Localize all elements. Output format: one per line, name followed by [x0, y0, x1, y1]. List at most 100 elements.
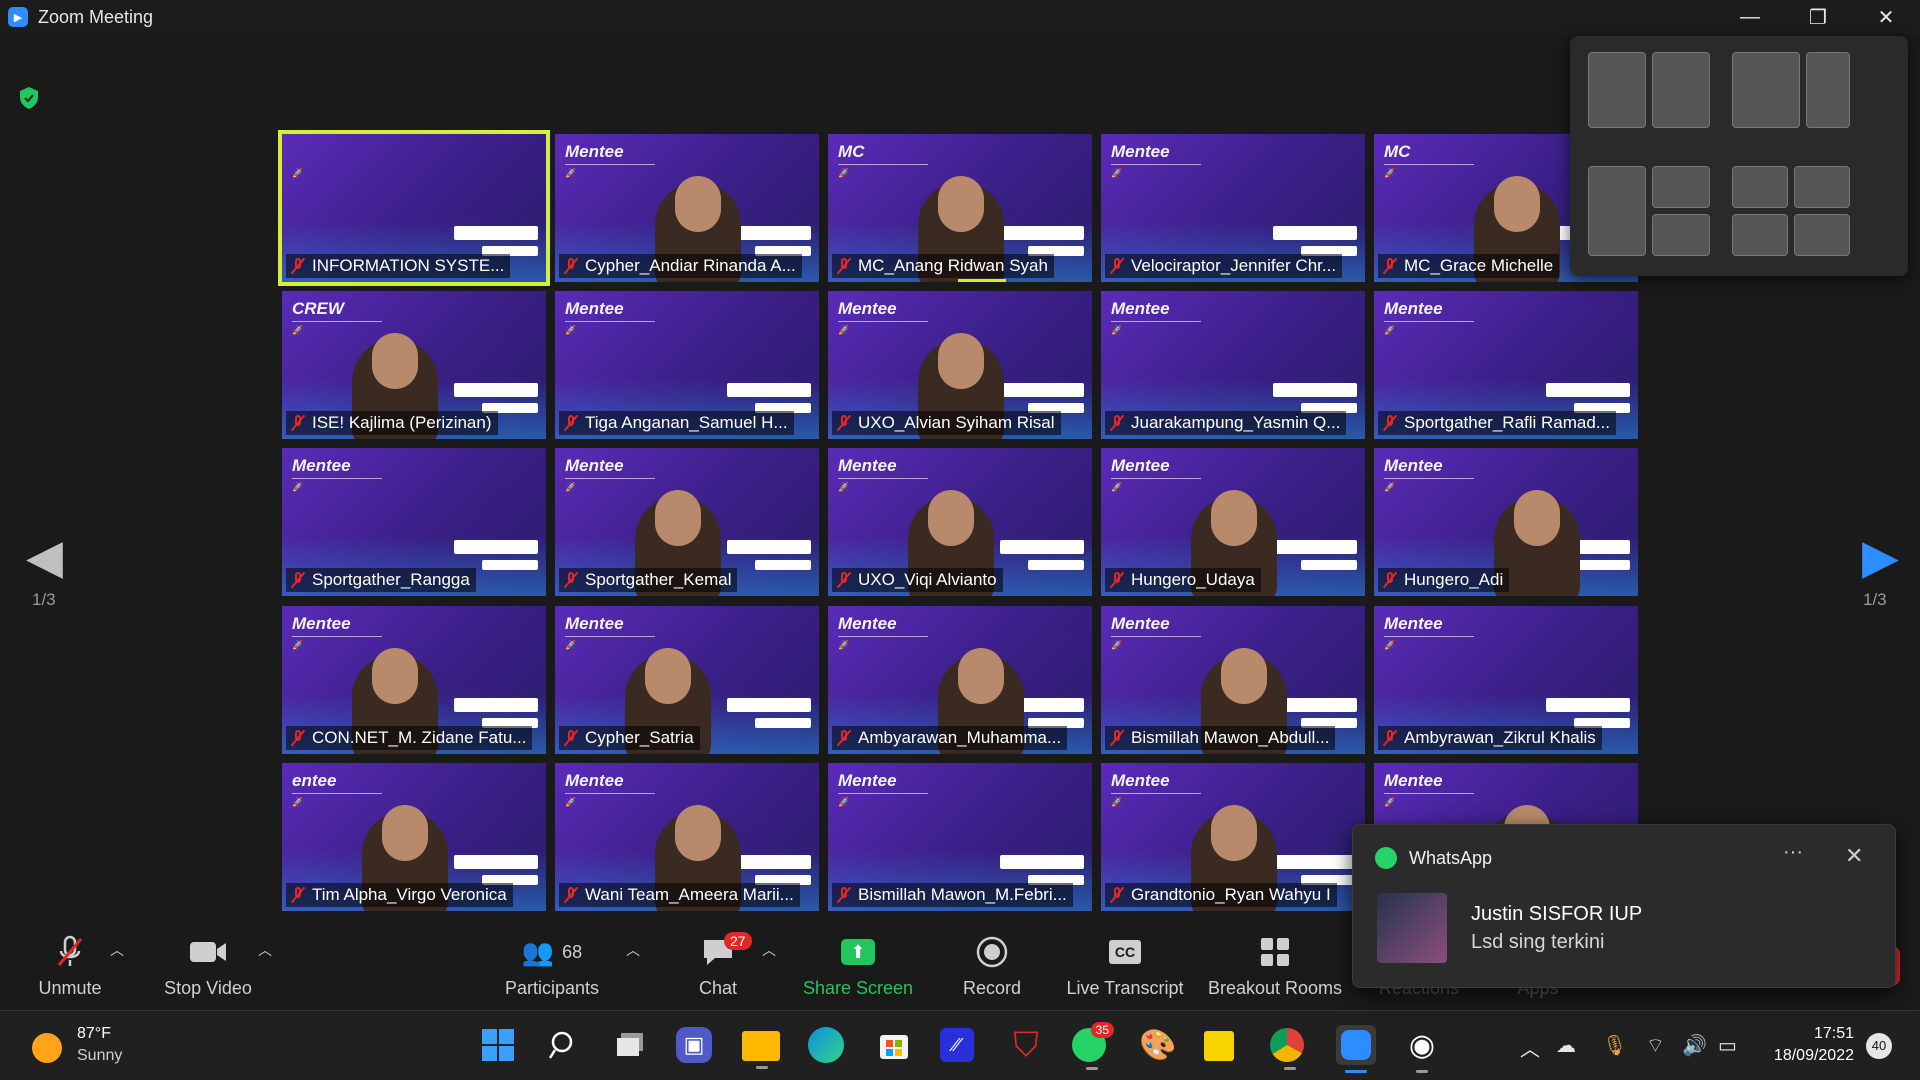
volume-icon[interactable]: 🔊 — [1682, 1033, 1707, 1058]
participant-video-tile[interactable]: Mentee 🚀 UXO_Alvian Syiham Risal — [828, 291, 1092, 439]
participant-video-tile[interactable]: Mentee 🚀 Cypher_Andiar Rinanda A... — [555, 134, 819, 282]
participant-video-tile[interactable]: Mentee 🚀 Ambyarawan_Muhamma... — [828, 606, 1092, 754]
snap-layout-option[interactable] — [1732, 214, 1788, 256]
snap-layout-option[interactable] — [1732, 52, 1800, 128]
participant-video-tile[interactable]: Mentee 🚀 Tiga Anganan_Samuel H... — [555, 291, 819, 439]
participant-video-tile[interactable]: Mentee 🚀 Ambyrawan_Zikrul Khalis — [1374, 606, 1638, 754]
snap-layout-option[interactable] — [1806, 52, 1850, 128]
participant-video-tile[interactable]: Mentee 🚀 Bismillah Mawon_M.Febri... — [828, 763, 1092, 911]
notification-close-icon[interactable]: ✕ — [1845, 843, 1863, 869]
participant-video-tile[interactable]: CREW 🚀 ISE! Kajlima (Perizinan) — [282, 291, 546, 439]
paint-palette-icon[interactable]: 🎨 — [1138, 1025, 1178, 1065]
participants-caret-icon[interactable]: ︿ — [626, 940, 640, 960]
participant-video-tile[interactable]: 🚀 INFORMATION SYSTE... — [278, 130, 550, 286]
snap-layout-option[interactable] — [1732, 166, 1788, 208]
role-underline — [838, 636, 928, 637]
notification-more-icon[interactable]: ··· — [1783, 841, 1803, 864]
participant-video-tile[interactable]: Mentee 🚀 Velociraptor_Jennifer Chr... — [1101, 134, 1365, 282]
participant-name: MC_Grace Michelle — [1404, 256, 1554, 275]
whatsapp-notification[interactable]: WhatsApp ··· ✕ Justin SISFOR IUP Lsd sin… — [1352, 824, 1896, 988]
search-icon[interactable] — [544, 1025, 584, 1065]
participant-video-tile[interactable]: MC 🚀 MC_Anang Ridwan Syah — [828, 134, 1092, 282]
chat-button[interactable]: Chat 27 — [690, 932, 752, 999]
live-transcript-button[interactable]: CC Live Transcript — [1062, 932, 1188, 999]
sticky-notes-icon[interactable] — [1204, 1031, 1234, 1061]
weather-condition[interactable]: Sunny — [77, 1047, 122, 1065]
participant-video-tile[interactable]: Mentee 🚀 Sportgather_Rafli Ramad... — [1374, 291, 1638, 439]
participant-video-tile[interactable]: Mentee 🚀 UXO_Viqi Alvianto — [828, 448, 1092, 596]
snap-layout-option[interactable] — [1794, 166, 1850, 208]
participant-role-label: MC — [1384, 142, 1411, 161]
participant-video-tile[interactable]: Mentee 🚀 Wani Team_Ameera Marii... — [555, 763, 819, 911]
sun-icon[interactable] — [32, 1033, 62, 1063]
zoom-taskbar-icon[interactable] — [1336, 1025, 1376, 1073]
audio-options-caret-icon[interactable]: ︿ — [110, 940, 124, 960]
participant-video-tile[interactable]: Mentee 🚀 Hungero_Udaya — [1101, 448, 1365, 596]
weather-temperature[interactable]: 87°F — [77, 1025, 111, 1043]
participant-video-tile[interactable]: Mentee 🚀 Sportgather_Rangga — [282, 448, 546, 596]
muted-microphone-icon — [836, 729, 852, 747]
sponsor-logos — [1546, 698, 1630, 712]
participant-video-tile[interactable]: Mentee 🚀 Juarakampung_Yasmin Q... — [1101, 291, 1365, 439]
snap-layout-option[interactable] — [1652, 52, 1710, 128]
share-screen-button[interactable]: ⬆ Share Screen — [800, 932, 916, 999]
participant-video-tile[interactable]: Mentee 🚀 Bismillah Mawon_Abdull... — [1101, 606, 1365, 754]
stop-video-button[interactable]: Stop Video — [158, 932, 258, 999]
participant-name: Sportgather_Kemal — [585, 570, 732, 589]
edge-browser-icon[interactable] — [808, 1027, 844, 1063]
start-windows-icon[interactable] — [478, 1025, 518, 1065]
snap-layout-option[interactable] — [1794, 214, 1850, 256]
snap-layout-option[interactable] — [1588, 52, 1646, 128]
whatsapp-taskbar-icon[interactable]: 35 — [1072, 1022, 1114, 1070]
participant-name: UXO_Viqi Alvianto — [858, 570, 997, 589]
restore-button[interactable]: ❐ — [1784, 0, 1852, 34]
show-hidden-icons-chevron-icon[interactable]: ︿ — [1520, 1033, 1540, 1062]
previous-page-arrow-icon[interactable]: ◀ — [26, 529, 63, 585]
next-page-arrow-icon[interactable]: ▶ — [1862, 529, 1899, 585]
code-editor-icon[interactable]: ⁄⁄ — [940, 1028, 974, 1062]
participant-video-tile[interactable]: Mentee 🚀 CON.NET_M. Zidane Fatu... — [282, 606, 546, 754]
video-options-caret-icon[interactable]: ︿ — [258, 940, 272, 960]
onedrive-cloud-icon[interactable]: ☁ — [1556, 1033, 1576, 1058]
notification-count-badge[interactable]: 40 — [1866, 1033, 1892, 1059]
participant-video-tile[interactable]: Mentee 🚀 Sportgather_Kemal — [555, 448, 819, 596]
task-view-icon[interactable] — [610, 1025, 650, 1065]
sponsor-logos — [1000, 226, 1084, 240]
record-button[interactable]: Record — [958, 932, 1026, 999]
file-explorer-icon[interactable] — [742, 1031, 780, 1069]
microsoft-store-icon[interactable] — [874, 1025, 914, 1065]
participant-video-tile[interactable]: Mentee 🚀 Grandtonio_Ryan Wahyu I — [1101, 763, 1365, 911]
clock-time[interactable]: 17:51 — [1766, 1025, 1854, 1043]
sponsor-logos — [755, 718, 811, 728]
breakout-rooms-button[interactable]: Breakout Rooms — [1206, 932, 1344, 999]
snap-layout-option[interactable] — [1588, 166, 1646, 256]
wifi-icon[interactable]: ⌔ — [1646, 1033, 1665, 1058]
chrome-icon[interactable] — [1270, 1028, 1304, 1070]
chat-caret-icon[interactable]: ︿ — [762, 940, 776, 960]
participant-name: Bismillah Mawon_Abdull... — [1131, 728, 1330, 747]
participants-button[interactable]: 👥 68 Participants — [500, 932, 604, 999]
muted-microphone-icon — [1382, 257, 1398, 275]
participant-name-bar: Grandtonio_Ryan Wahyu I — [1105, 883, 1337, 907]
microphone-in-use-icon[interactable]: 🎙 — [1602, 1033, 1627, 1058]
close-window-button[interactable]: ✕ — [1852, 0, 1920, 34]
obs-recorder-icon[interactable]: ◉ — [1402, 1025, 1442, 1073]
encryption-shield-icon[interactable] — [18, 86, 40, 110]
windows-taskbar: 87°F Sunny ▣ ⁄⁄ ⛉ 35 🎨 ◉ ︿ ☁ 🎙 ⌔ 🔊 ▭ 17:… — [0, 1010, 1920, 1080]
participant-name: INFORMATION SYSTE... — [312, 256, 505, 275]
sender-avatar — [1377, 893, 1447, 963]
participant-name: Grandtonio_Ryan Wahyu I — [1131, 885, 1331, 904]
participant-video-tile[interactable]: Mentee 🚀 Cypher_Satria — [555, 606, 819, 754]
battery-icon[interactable]: ▭ — [1718, 1033, 1737, 1058]
teams-chat-icon[interactable]: ▣ — [676, 1027, 712, 1063]
minimize-button[interactable]: — — [1716, 0, 1784, 34]
clock-date[interactable]: 18/09/2022 — [1756, 1047, 1854, 1065]
muted-microphone-icon — [290, 886, 306, 904]
snap-layout-option[interactable] — [1652, 214, 1710, 256]
mcafee-shield-icon[interactable]: ⛉ — [1006, 1025, 1046, 1065]
unmute-button[interactable]: Unmute — [28, 932, 112, 999]
snap-layout-option[interactable] — [1652, 166, 1710, 208]
role-underline — [565, 636, 655, 637]
participant-video-tile[interactable]: Mentee 🚀 Hungero_Adi — [1374, 448, 1638, 596]
participant-video-tile[interactable]: entee 🚀 Tim Alpha_Virgo Veronica — [282, 763, 546, 911]
